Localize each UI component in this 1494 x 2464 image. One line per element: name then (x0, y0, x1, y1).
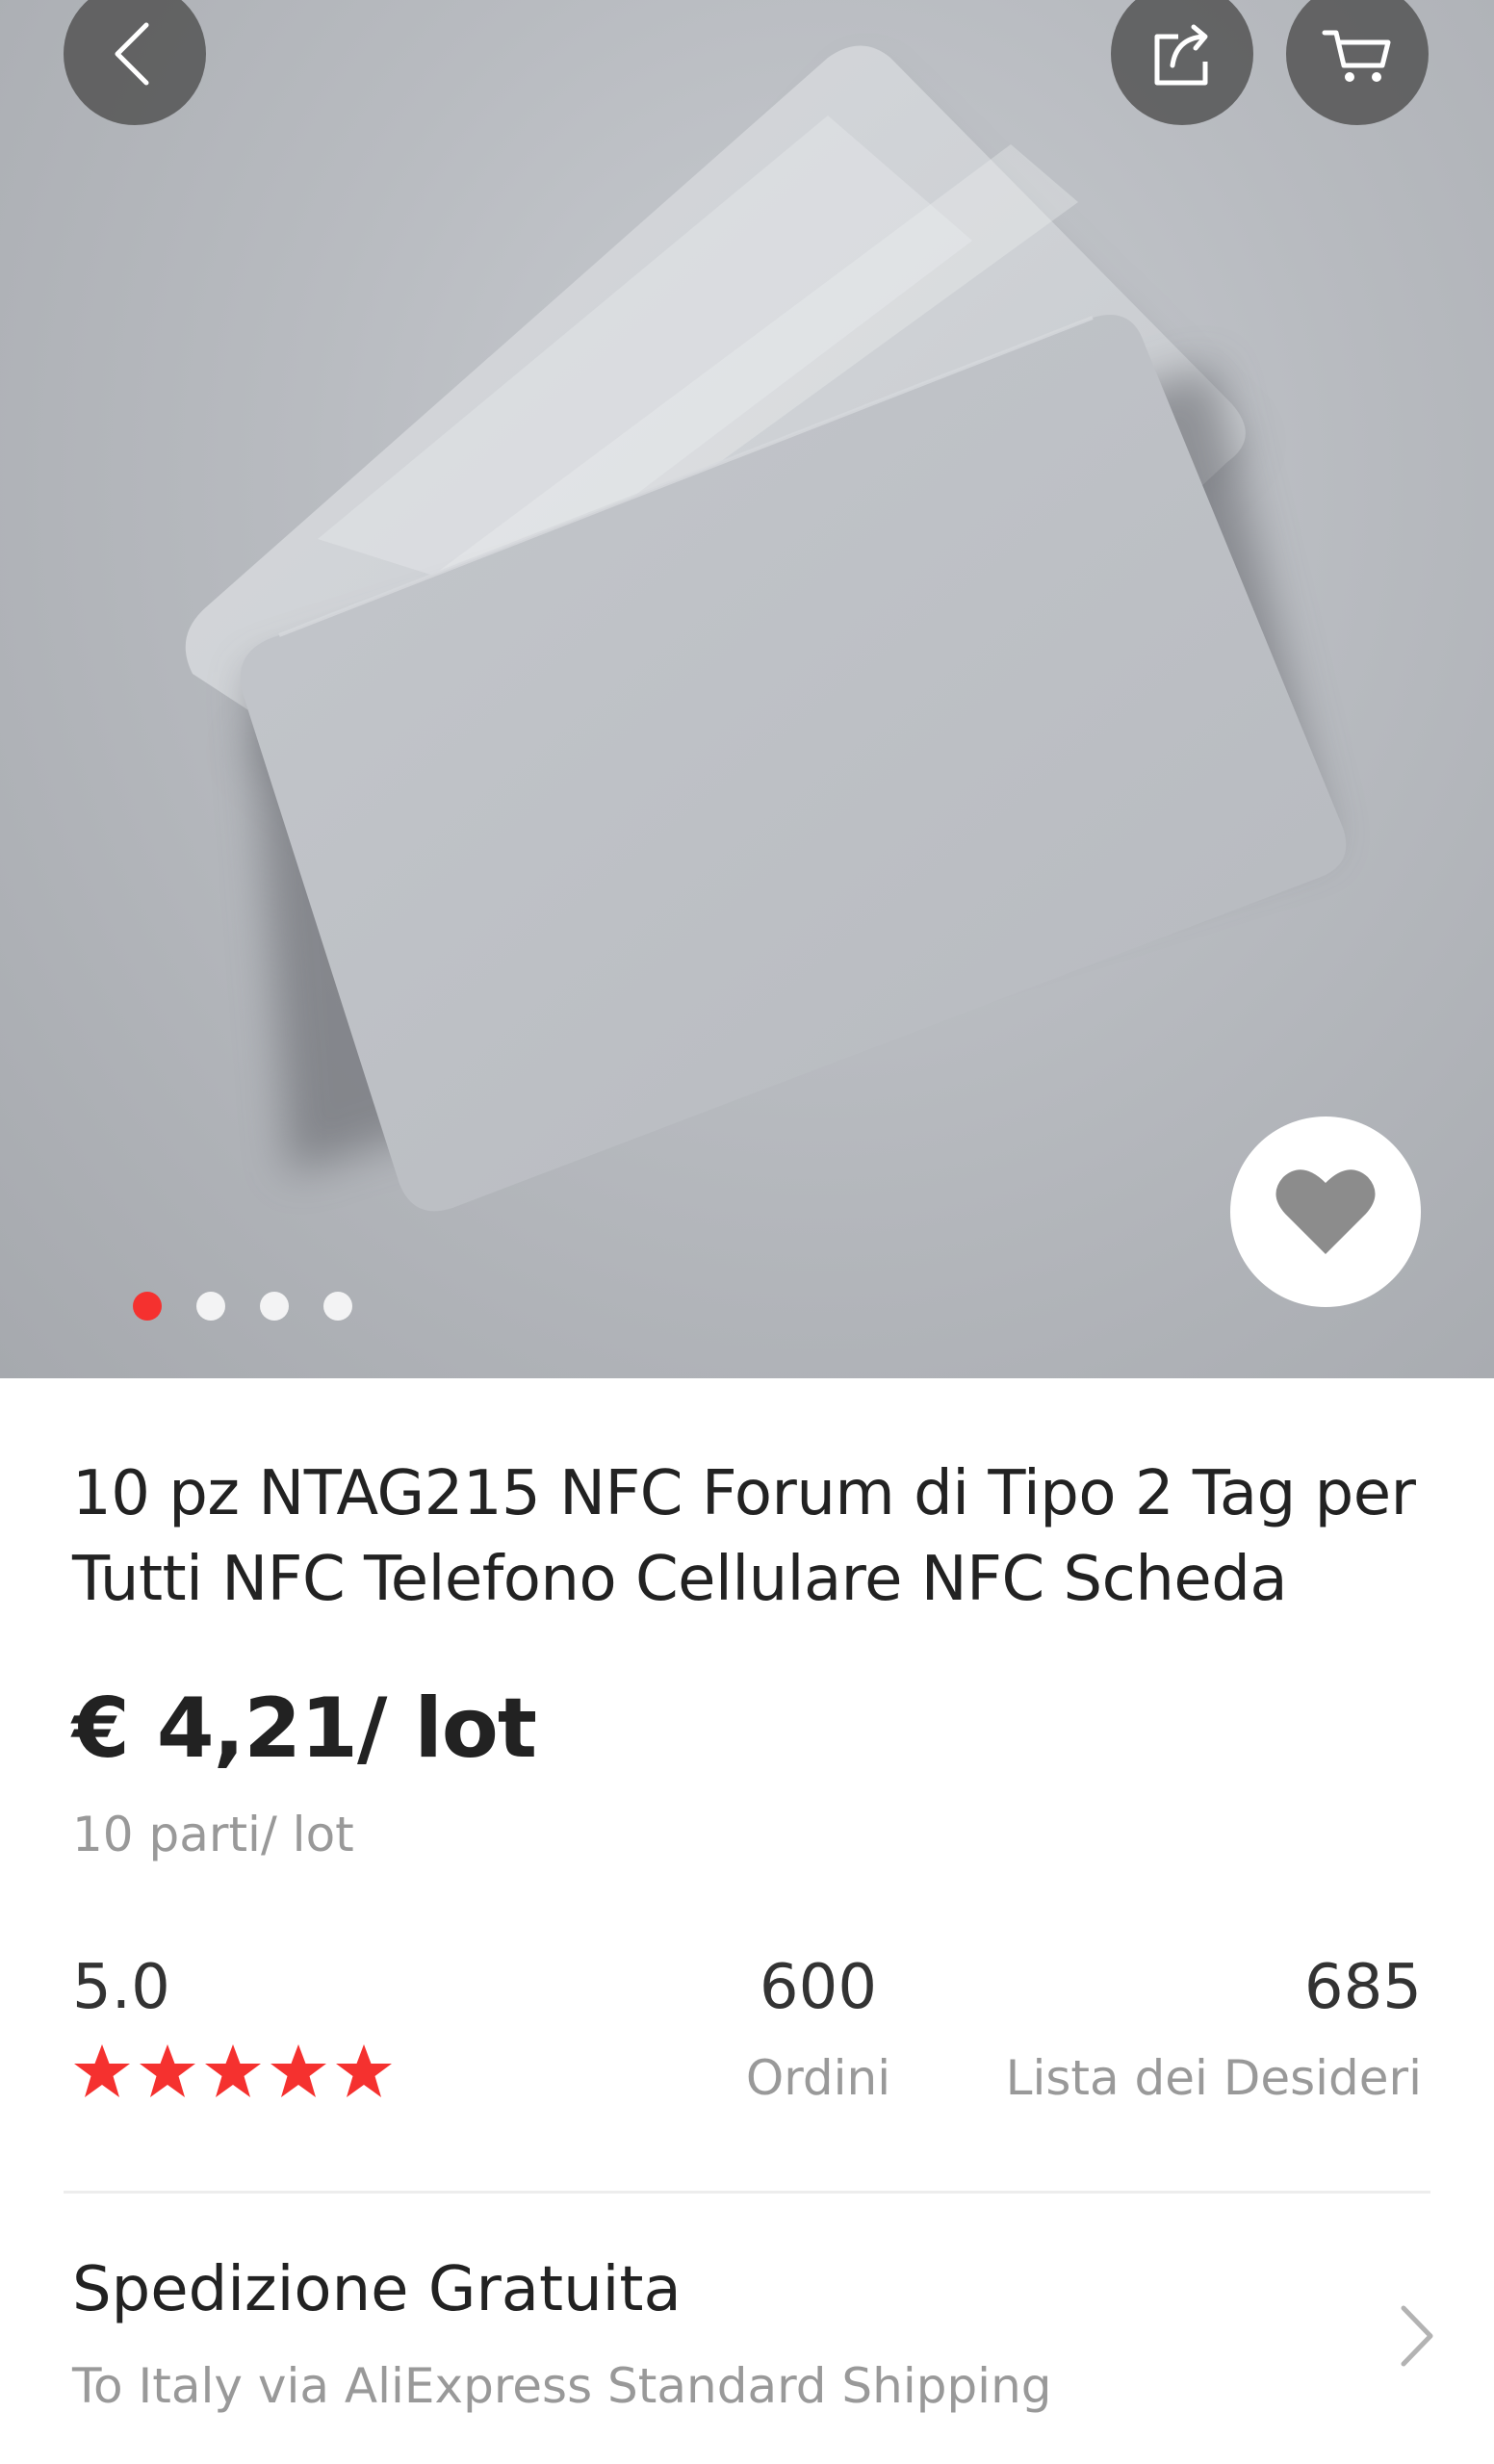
product-title: 10 pz NTAG215 NFC Forum di Tipo 2 Tag pe… (72, 1458, 1416, 1615)
gallery-dot-1[interactable] (133, 1292, 162, 1321)
gallery-dot-3[interactable] (260, 1292, 289, 1321)
cart-icon (1322, 30, 1391, 82)
rating-value: 5.0 (72, 1952, 170, 2023)
product-image-gallery[interactable] (0, 0, 1494, 1378)
product-stats: 5.0 600 Ordini 685 Lista dei Desideri (72, 1952, 1422, 2125)
shipping-subtitle: To Italy via AliExpress Standard Shippin… (72, 2358, 1052, 2414)
star-icon (74, 2044, 130, 2097)
gallery-pagination (133, 1292, 352, 1321)
heart-icon (1275, 1169, 1376, 1254)
wishlist-stat: 685 Lista dei Desideri (940, 1952, 1422, 2106)
star-icon (336, 2044, 392, 2097)
shipping-title: Spedizione Gratuita (72, 2254, 682, 2325)
chevron-left-icon (115, 22, 149, 86)
divider (64, 2191, 1430, 2194)
share-icon (1154, 24, 1208, 86)
orders-count: 600 (759, 1952, 878, 2023)
gallery-dot-2[interactable] (196, 1292, 225, 1321)
unit-note: 10 parti/ lot (72, 1807, 354, 1862)
star-icon (270, 2044, 326, 2097)
add-to-wishlist-button[interactable] (1230, 1116, 1421, 1307)
gallery-dot-4[interactable] (323, 1292, 352, 1321)
wishlist-count: 685 (1303, 1952, 1422, 2023)
product-detail-page: 10 pz NTAG215 NFC Forum di Tipo 2 Tag pe… (0, 0, 1494, 2464)
star-icon (140, 2044, 195, 2097)
chevron-right-icon (1401, 2305, 1433, 2367)
rating-block[interactable]: 5.0 (72, 1952, 394, 2100)
star-icon (205, 2044, 261, 2097)
orders-label: Ordini (745, 2050, 891, 2106)
product-price: € 4,21/ lot (72, 1681, 537, 1777)
wishlist-label: Lista dei Desideri (1005, 2050, 1422, 2106)
shipping-row[interactable]: Spedizione Gratuita To Italy via AliExpr… (0, 2194, 1494, 2464)
orders-stat: 600 Ordini (650, 1952, 987, 2106)
rating-stars (72, 2042, 394, 2100)
